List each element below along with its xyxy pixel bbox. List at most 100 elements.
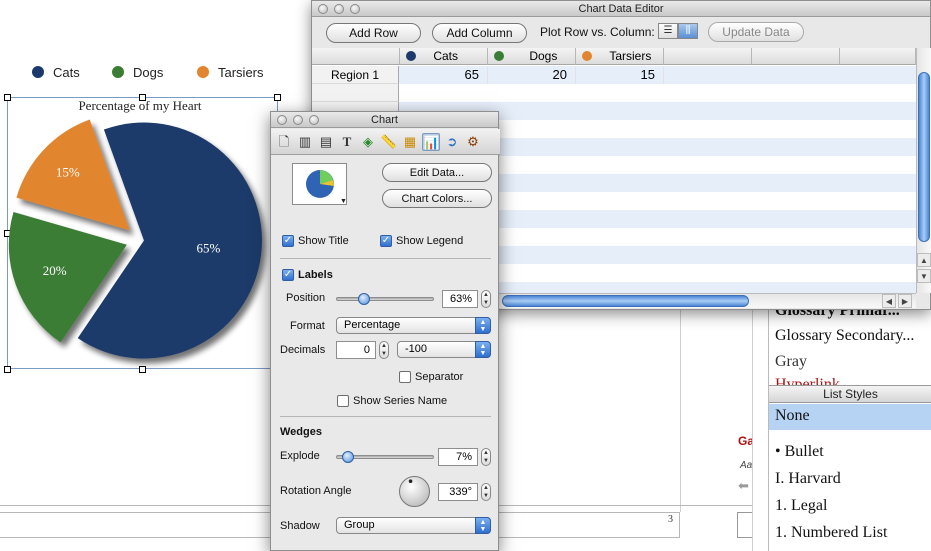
resize-handle-top-left[interactable] (4, 94, 11, 101)
quicktime-inspector-icon[interactable]: ⚙ (464, 133, 482, 151)
table-cell[interactable]: 65 (400, 66, 488, 84)
show-series-name-checkbox[interactable] (337, 395, 349, 407)
legend-label: Tarsiers (218, 64, 264, 80)
row-header[interactable]: Region 1 (312, 66, 399, 84)
explode-field[interactable]: 7% (438, 448, 478, 466)
explode-stepper[interactable]: ▲ ▼ (481, 448, 491, 466)
scroll-up-arrow-icon[interactable]: ▲ (917, 253, 931, 267)
shadow-label: Shadow (280, 520, 320, 532)
table-cell[interactable]: 15 (576, 66, 664, 84)
column-header-dogs[interactable]: Dogs (488, 48, 576, 65)
separator-checkbox[interactable] (399, 371, 411, 383)
separator-label: Separator (415, 371, 464, 383)
decimals-field[interactable]: 0 (336, 341, 376, 359)
list-style-item[interactable]: I. Harvard (775, 470, 841, 488)
column-header-tarsiers[interactable]: Tarsiers (576, 48, 664, 65)
scroll-down-arrow-icon[interactable]: ▼ (917, 269, 931, 283)
text-inspector-icon[interactable]: T (338, 133, 356, 151)
chart-colors-button[interactable]: Chart Colors... (382, 189, 492, 208)
shadow-select[interactable]: Group ▲ ▼ (336, 517, 491, 534)
position-stepper[interactable]: ▲ ▼ (481, 290, 491, 308)
column-header-empty[interactable] (752, 48, 840, 65)
doc-field-box (737, 512, 753, 538)
paragraph-style-item[interactable]: Glossary Secondary... (775, 327, 914, 345)
zoom-button[interactable] (309, 115, 319, 125)
column-header-label: Cats (433, 49, 459, 63)
chart-inspector-icon[interactable]: 📊 (422, 133, 440, 151)
list-style-item[interactable]: • Bullet (775, 443, 824, 461)
show-title-checkbox[interactable]: ✓ (282, 235, 294, 247)
column-header-label: Tarsiers (609, 49, 652, 63)
explode-slider-knob[interactable] (342, 451, 355, 463)
column-header-empty[interactable] (664, 48, 752, 65)
paragraph-style-item[interactable]: Gray (775, 353, 807, 371)
show-title-label: Show Title (298, 235, 349, 247)
zoom-button[interactable] (350, 4, 360, 14)
minimize-button[interactable] (293, 115, 303, 125)
minimize-button[interactable] (334, 4, 344, 14)
link-inspector-icon[interactable]: ➲ (443, 133, 461, 151)
negative-format-select[interactable]: -100 ▲ ▼ (397, 341, 491, 358)
position-slider-knob[interactable] (357, 293, 370, 305)
resize-handle-top-right[interactable] (274, 94, 281, 101)
close-button[interactable] (277, 115, 287, 125)
list-styles-header: List Styles (769, 385, 931, 403)
column-header-empty[interactable] (840, 48, 916, 65)
position-slider[interactable] (336, 297, 434, 301)
doc-text-fragment: Aa (740, 460, 753, 471)
empty-grid-row[interactable] (312, 84, 916, 102)
format-label: Format (290, 320, 325, 332)
page-edge (680, 308, 681, 512)
edit-data-button[interactable]: Edit Data... (382, 163, 492, 182)
rotation-angle-stepper[interactable]: ▲ ▼ (481, 483, 491, 501)
legend-item-dogs: Dogs (112, 64, 163, 80)
chart-type-picker[interactable]: ▼ (292, 163, 347, 205)
table-cell[interactable]: 20 (488, 66, 576, 84)
inspector-tab-bar: 🗋 ▥ ▤ T ◈ 📏 ▦ 📊 ➲ ⚙ (271, 129, 500, 155)
format-select[interactable]: Percentage ▲ ▼ (336, 317, 491, 334)
series-color-swatch (582, 51, 592, 61)
plot-rows-icon[interactable]: ☰ (658, 23, 678, 39)
position-field[interactable]: 63% (442, 290, 478, 308)
series-color-swatch (494, 51, 504, 61)
document-inspector-icon[interactable]: 🗋 (275, 133, 293, 151)
show-legend-label: Show Legend (396, 235, 464, 247)
labels-checkbox[interactable]: ✓ (282, 269, 294, 281)
pie-chart-type-icon: ▼ (306, 170, 347, 205)
layout-inspector-icon[interactable]: ▥ (296, 133, 314, 151)
rotation-dial[interactable] (398, 475, 431, 508)
close-button[interactable] (318, 4, 328, 14)
list-style-item[interactable]: None (775, 407, 810, 425)
section-divider (280, 416, 491, 417)
inspector-titlebar[interactable]: Chart (271, 112, 498, 128)
wrap-inspector-icon[interactable]: ▤ (317, 133, 335, 151)
table-row[interactable]: Region 1 65 20 15 (312, 66, 916, 84)
update-data-button[interactable]: Update Data (708, 22, 804, 42)
add-row-button[interactable]: Add Row (326, 23, 421, 43)
row-header[interactable] (312, 84, 399, 102)
scroll-right-arrow-icon[interactable]: ▶ (898, 294, 912, 308)
back-arrow-icon[interactable]: ⬅ (738, 478, 749, 494)
horizontal-scroll-thumb[interactable] (502, 295, 749, 307)
show-legend-checkbox[interactable]: ✓ (380, 235, 392, 247)
add-column-button[interactable]: Add Column (432, 23, 527, 43)
shadow-select-value: Group (344, 519, 375, 531)
decimals-label: Decimals (280, 344, 326, 356)
metrics-inspector-icon[interactable]: 📏 (380, 133, 398, 151)
pie-chart[interactable]: 65% 20% 15% (0, 110, 290, 370)
plot-columns-icon[interactable]: ⫼ (678, 23, 698, 39)
list-style-item[interactable]: 1. Legal (775, 497, 827, 515)
wedges-heading: Wedges (280, 426, 322, 438)
pie-data-label: 15% (56, 164, 80, 179)
rotation-angle-field[interactable]: 339° (438, 483, 478, 501)
scroll-left-arrow-icon[interactable]: ◀ (882, 294, 896, 308)
section-divider (280, 258, 491, 259)
table-inspector-icon[interactable]: ▦ (401, 133, 419, 151)
column-header-cats[interactable]: Cats (400, 48, 488, 65)
window-titlebar[interactable]: Chart Data Editor (312, 1, 930, 17)
graphic-inspector-icon[interactable]: ◈ (359, 133, 377, 151)
vertical-scroll-thumb[interactable] (918, 72, 930, 242)
list-style-item[interactable]: 1. Numbered List (775, 524, 887, 542)
vertical-scrollbar[interactable]: ▲ ▼ (916, 48, 931, 293)
decimals-stepper[interactable]: ▲ ▼ (379, 341, 389, 359)
